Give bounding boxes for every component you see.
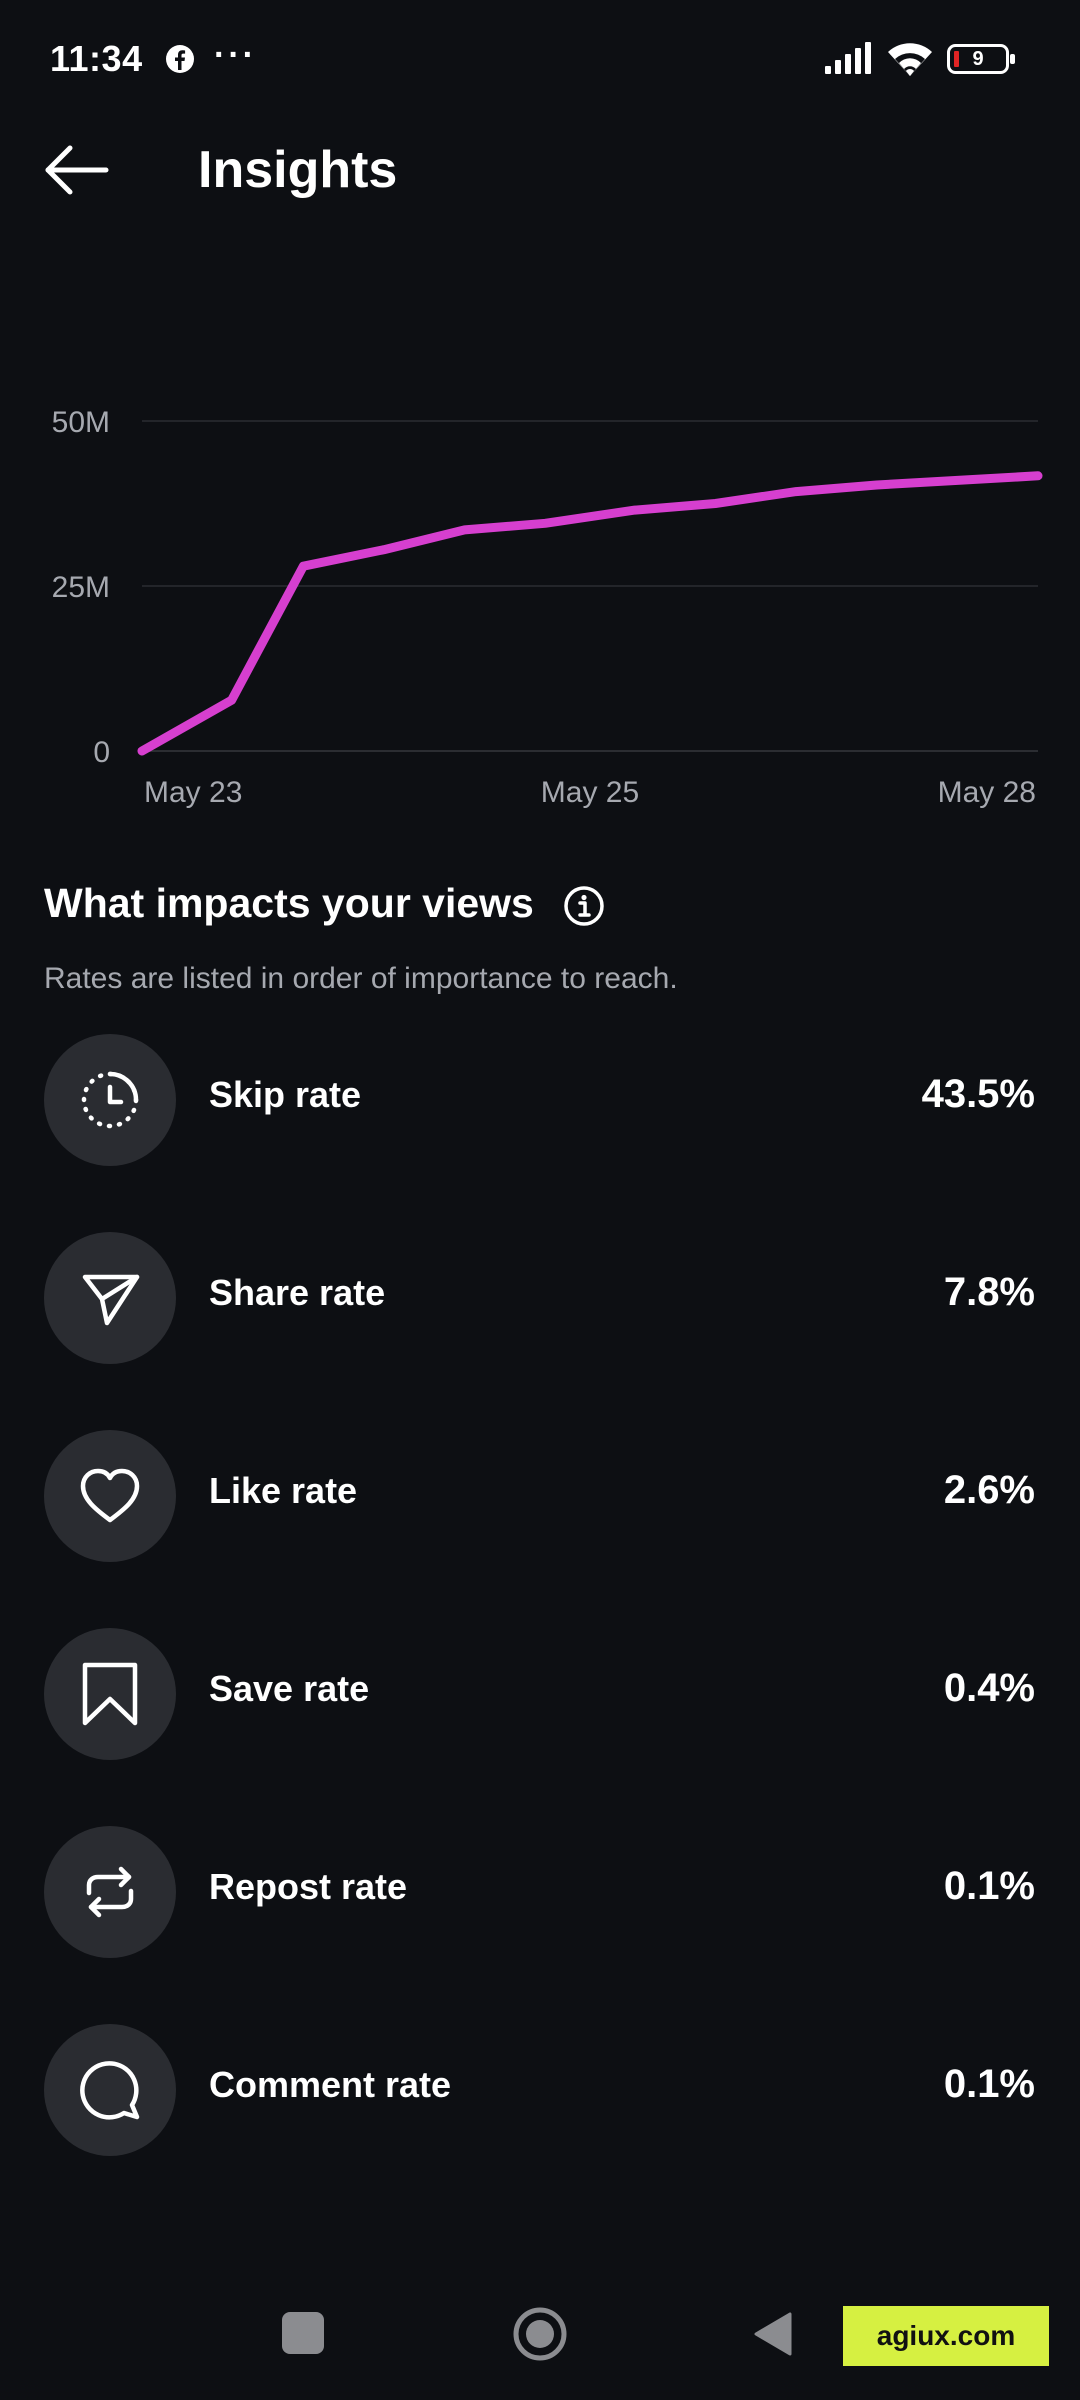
wifi-icon <box>888 43 932 76</box>
metric-row-repost-rate[interactable]: Repost rate 0.1% <box>0 1826 1080 1958</box>
metric-icon-circle <box>44 1628 176 1760</box>
home-button[interactable] <box>512 2306 568 2362</box>
y-tick-label: 0 <box>93 736 110 769</box>
metric-icon-circle <box>44 2024 176 2156</box>
page-title: Insights <box>198 141 398 199</box>
metric-icon-circle <box>44 1826 176 1958</box>
views-line-chart: 50M 25M 0 May 23 May 25 May 28 <box>52 406 1043 809</box>
comment-bubble-icon <box>80 2061 140 2120</box>
status-time: 11:34 <box>50 38 143 79</box>
battery-icon: 9 <box>947 44 1017 74</box>
metric-icon-circle <box>44 1232 176 1364</box>
battery-level: 9 <box>972 48 984 70</box>
watermark-badge: agiux.com <box>843 2306 1049 2366</box>
metric-row-like-rate[interactable]: Like rate 2.6% <box>0 1430 1080 1562</box>
metric-value: 0.4% <box>943 1666 1035 1710</box>
heart-icon <box>80 1468 140 1523</box>
y-tick-label: 25M <box>52 571 110 604</box>
metric-label: Skip rate <box>209 1074 362 1115</box>
metric-label: Comment rate <box>209 2064 452 2105</box>
signal-icon <box>825 42 871 74</box>
recents-button[interactable] <box>282 2312 324 2354</box>
metric-value: 7.8% <box>943 1270 1035 1314</box>
metric-icon-circle <box>44 1430 176 1562</box>
metric-row-comment-rate[interactable]: Comment rate 0.1% <box>0 2024 1080 2156</box>
more-notifications-icon: ··· <box>214 36 257 74</box>
metric-row-share-rate[interactable]: Share rate 7.8% <box>0 1232 1080 1364</box>
section-subtitle: Rates are listed in order of importance … <box>44 962 678 995</box>
metric-row-save-rate[interactable]: Save rate 0.4% <box>0 1628 1080 1760</box>
facebook-icon <box>166 45 194 73</box>
metric-value: 0.1% <box>943 1864 1035 1908</box>
arrow-left-icon <box>45 145 109 195</box>
x-tick-label: May 23 <box>144 776 242 809</box>
metric-label: Repost rate <box>209 1866 408 1907</box>
metric-label: Save rate <box>209 1668 370 1709</box>
x-tick-label: May 25 <box>541 776 639 809</box>
status-bar: 11:34 ··· 9 <box>0 0 1080 120</box>
clock-dashed-icon <box>81 1071 139 1129</box>
metric-icon-circle <box>44 1034 176 1166</box>
back-button[interactable] <box>40 140 120 200</box>
info-icon[interactable] <box>562 884 606 928</box>
x-tick-label: May 28 <box>938 776 1036 809</box>
metric-label: Like rate <box>209 1470 358 1511</box>
section-title: What impacts your views <box>44 880 534 926</box>
metric-value: 43.5% <box>921 1072 1035 1116</box>
paper-plane-icon <box>82 1274 140 1326</box>
bookmark-icon <box>82 1662 138 1726</box>
series-line <box>137 471 1043 756</box>
metric-value: 0.1% <box>943 2062 1035 2106</box>
metric-value: 2.6% <box>943 1468 1035 1512</box>
metric-row-skip-rate[interactable]: Skip rate 43.5% <box>0 1034 1080 1166</box>
repost-icon <box>86 1866 134 1918</box>
metric-label: Share rate <box>209 1272 386 1313</box>
y-tick-label: 50M <box>52 406 110 439</box>
nav-back-button[interactable] <box>752 2310 794 2358</box>
